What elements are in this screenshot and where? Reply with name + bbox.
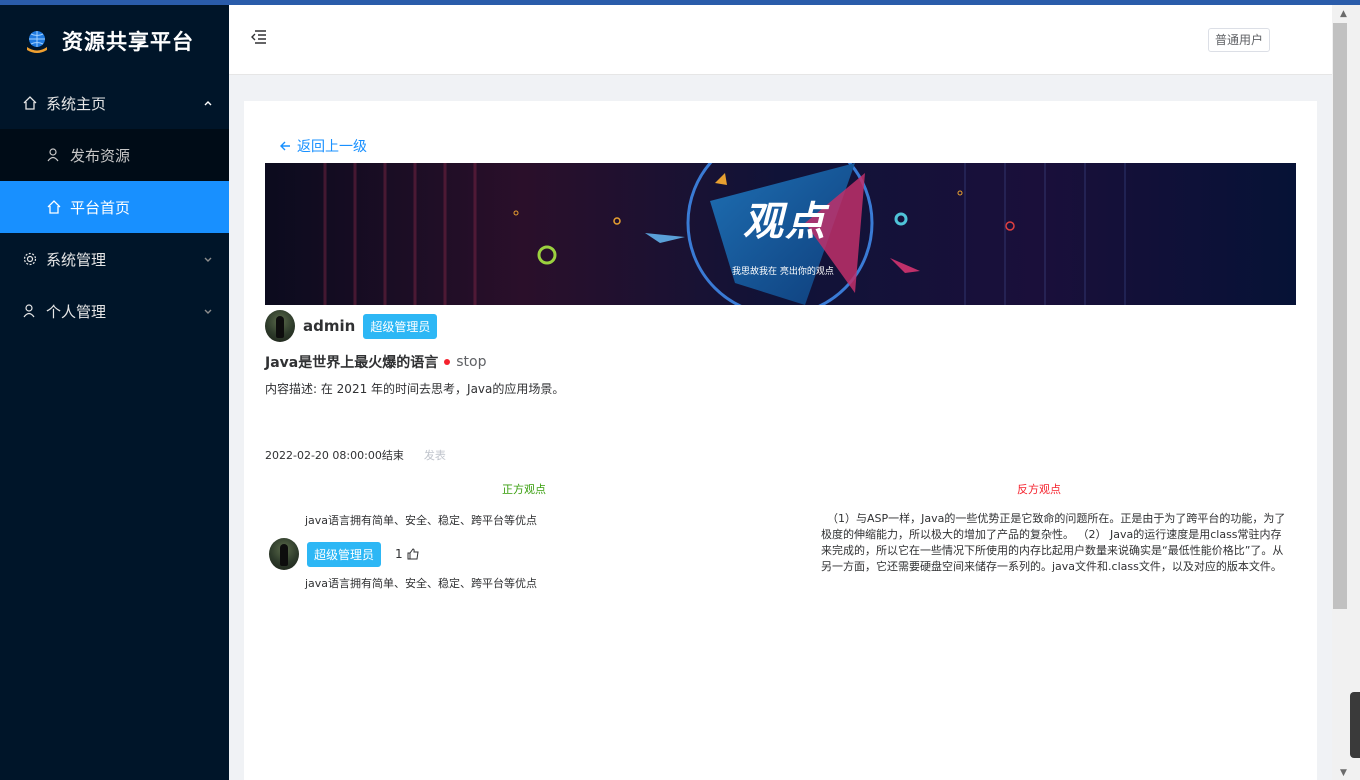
scroll-up-icon[interactable]: ▲: [1340, 9, 1347, 19]
home-icon: [23, 96, 37, 110]
back-link-label: 返回上一级: [297, 139, 367, 155]
submenu-home: 发布资源 平台首页: [0, 129, 229, 233]
topic-banner: 观点 我思故我在 亮出你的观点: [265, 163, 1296, 305]
avatar: [265, 310, 295, 342]
menu-group-personal[interactable]: 个人管理: [0, 285, 229, 337]
status-dot: [444, 359, 451, 365]
menu-group-home-label: 系统主页: [46, 94, 107, 113]
pro-title: 正方观点: [502, 483, 546, 496]
end-time-row: 2022-02-20 08:00:00结束 发表: [265, 447, 446, 463]
brand: 资源共享平台: [0, 5, 229, 77]
banner-title: 观点: [743, 198, 827, 245]
menu-group-system-label: 系统管理: [46, 250, 107, 269]
scroll-down-icon[interactable]: ▼: [1340, 768, 1347, 778]
publish-button[interactable]: 发表: [424, 447, 446, 463]
user-role-button[interactable]: 普通用户: [1207, 28, 1270, 52]
sidebar: 资源共享平台 系统主页 发布资源 平台首页 系统管理 个人管理: [0, 5, 229, 780]
scroll-thumb[interactable]: [1333, 23, 1347, 609]
pro-comment: 超级管理员 1: [269, 538, 419, 570]
like-count: 1: [395, 547, 403, 561]
chevron-down-icon: [204, 257, 212, 262]
topic-title: Java是世界上最火爆的语言 stop: [265, 352, 486, 372]
pro-comment-text: java语言拥有简单、安全、稳定、跨平台等优点: [305, 577, 538, 590]
user-icon: [23, 304, 35, 318]
top-header: 普通用户: [229, 5, 1332, 75]
end-time: 2022-02-20 08:00:00结束: [265, 449, 404, 462]
page-scrollbar[interactable]: ▲ ▼: [1332, 5, 1360, 780]
pro-summary: java语言拥有简单、安全、稳定、跨平台等优点: [305, 514, 538, 527]
banner-subtitle: 我思故我在 亮出你的观点: [732, 267, 834, 277]
role-tag: 超级管理员: [363, 313, 438, 339]
menu-group-personal-label: 个人管理: [46, 302, 107, 321]
gear-icon: [23, 252, 37, 266]
chevron-down-icon: [204, 309, 212, 314]
chevron-up-icon: [204, 101, 212, 106]
back-link[interactable]: 返回上一级: [279, 136, 367, 156]
sidebar-item-platform-home[interactable]: 平台首页: [0, 181, 229, 233]
globe-logo-icon: [27, 31, 47, 53]
topic-description: 内容描述: 在 2021 年的时间去思考，Java的应用场景。: [265, 382, 565, 396]
avatar: [269, 538, 299, 570]
detail-card: 返回上一级 观点 我思故我在 亮出你的观点 admin 超级管理员 Java是世…: [244, 101, 1317, 780]
like-button[interactable]: 1: [395, 547, 419, 561]
author-row: admin 超级管理员: [265, 310, 438, 342]
comment-role-tag: 超级管理员: [307, 541, 382, 567]
sidebar-item-publish-label: 发布资源: [70, 146, 131, 165]
menu-fold-icon[interactable]: [249, 27, 269, 47]
con-text: （1）与ASP一样，Java的一些优势正是它致命的问题所在。正是由于为了跨平台的…: [821, 512, 1286, 573]
app-title: 资源共享平台: [62, 30, 194, 54]
thumbs-up-icon: [407, 548, 419, 560]
sidebar-item-platform-home-label: 平台首页: [70, 198, 131, 217]
user-icon: [47, 148, 59, 162]
topic-title-text: Java是世界上最火爆的语言: [265, 355, 439, 371]
arrow-left-icon: [280, 141, 290, 151]
sidebar-item-publish[interactable]: 发布资源: [0, 129, 229, 181]
con-title: 反方观点: [1017, 483, 1061, 496]
home-icon: [47, 200, 61, 214]
author-name: admin: [303, 317, 356, 335]
status-text: stop: [456, 354, 487, 370]
menu-group-system[interactable]: 系统管理: [0, 233, 229, 285]
menu-group-home[interactable]: 系统主页: [0, 77, 229, 129]
side-widget[interactable]: [1350, 692, 1360, 758]
